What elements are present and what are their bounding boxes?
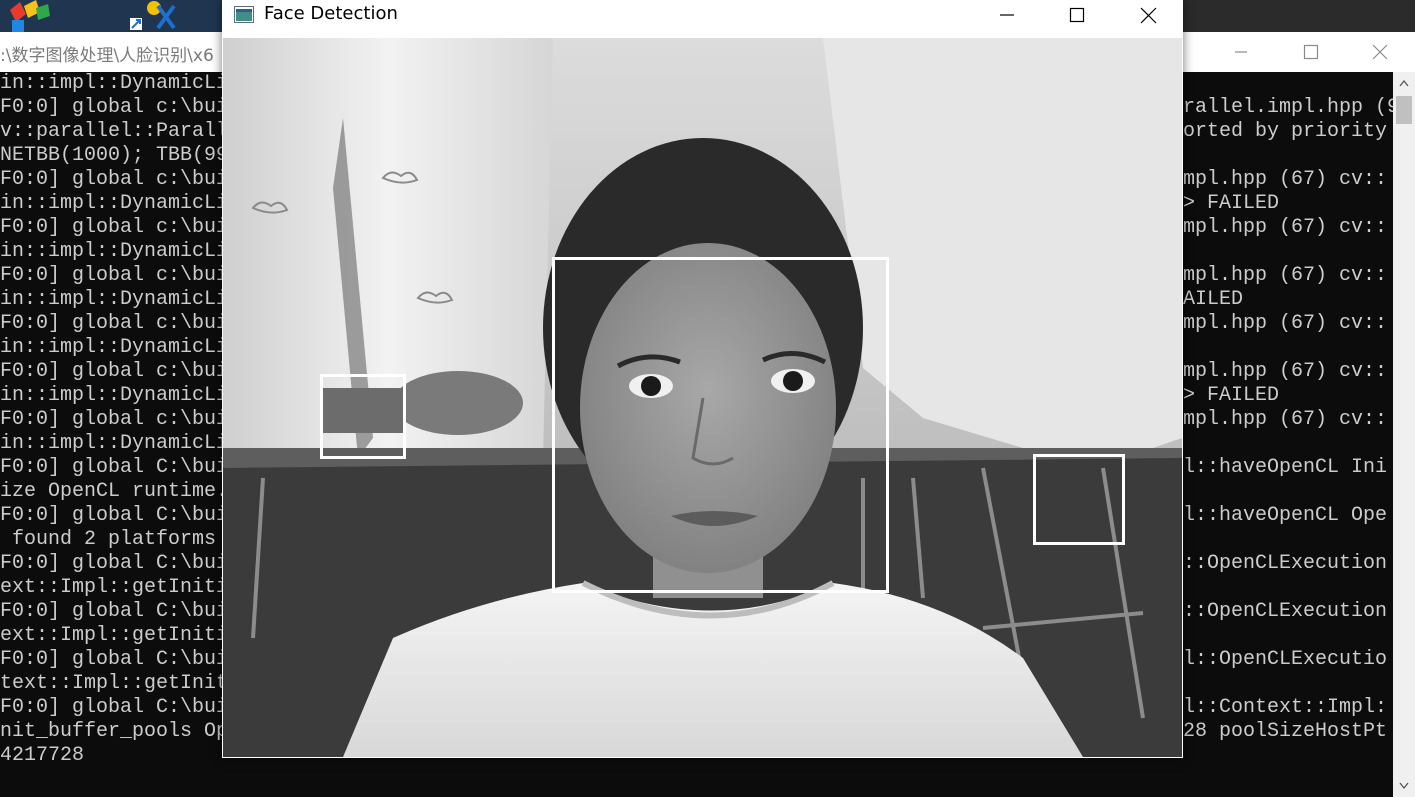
console-line-left: F0:0] global C:\bui (0, 648, 229, 671)
console-line-left: F0:0] global c:\bui (0, 216, 229, 239)
console-line-left: F0:0] global c:\bui (0, 360, 229, 383)
console-line-left: in::impl::DynamicLi (0, 192, 229, 215)
console-line-left: NETBB(1000); TBB(99 (0, 144, 229, 167)
console-line-left: F0:0] global C:\bui (0, 552, 229, 575)
console-line-right: orted by priority (1183, 120, 1388, 143)
window-app-icon (234, 6, 254, 23)
tools-shortcut-icon[interactable] (128, 0, 178, 32)
console-line-left: ize OpenCL runtime. (0, 480, 229, 503)
detection-box-left (320, 374, 406, 459)
console-line-left: F0:0] global C:\bui (0, 456, 229, 479)
console-line-left: F0:0] global c:\bui (0, 408, 229, 431)
console-line-right: mpl.hpp (67) cv:: (1183, 168, 1388, 191)
minimize-icon (1235, 51, 1247, 53)
console-line-left: F0:0] global c:\bui (0, 264, 229, 287)
console-line-right: > FAILED (1183, 384, 1280, 407)
console-line-left: F0:0] global C:\bui (0, 600, 229, 623)
minimize-button[interactable] (972, 0, 1042, 30)
console-line-left: F0:0] global C:\bui (0, 696, 229, 719)
console-line-right: l::Context::Impl: (1183, 696, 1388, 719)
console-line-right: AILED (1183, 288, 1244, 311)
console-line-left: F0:0] global c:\bui (0, 312, 229, 335)
detection-box-face (552, 257, 889, 593)
scroll-down-button[interactable] (1393, 775, 1415, 797)
console-line-right: mpl.hpp (67) cv:: (1183, 312, 1388, 335)
console-line-left: in::impl::DynamicLi (0, 336, 229, 359)
scroll-thumb[interactable] (1396, 96, 1412, 124)
app-icon[interactable] (6, 0, 56, 32)
console-line-right: l::haveOpenCL Ope (1183, 504, 1388, 527)
maximize-icon (1303, 44, 1319, 60)
maximize-button[interactable] (1276, 32, 1346, 72)
console-line-right: mpl.hpp (67) cv:: (1183, 216, 1388, 239)
console-line-left: 4217728 (0, 744, 85, 767)
chevron-up-icon (1399, 79, 1409, 87)
close-icon (1372, 44, 1388, 60)
console-line-right: rallel.impl.hpp (9 (1183, 96, 1400, 119)
console-line-left: found 2 platforms (0, 528, 217, 551)
console-line-left: ext::Impl::getIniti (0, 624, 229, 647)
close-button[interactable] (1345, 32, 1415, 72)
console-line-right: l::OpenCLExecutio (1183, 648, 1388, 671)
console-line-right: > FAILED (1183, 192, 1280, 215)
console-line-left: in::impl::DynamicLi (0, 72, 229, 95)
console-line-left: v::parallel::Parall (0, 120, 229, 143)
console-line-right: ::OpenCLExecution (1183, 552, 1388, 575)
detection-box-right (1033, 454, 1125, 545)
console-line-left: text::Impl::getInit (0, 672, 229, 695)
console-line-left: in::impl::DynamicLi (0, 240, 229, 263)
console-line-right: mpl.hpp (67) cv:: (1183, 408, 1388, 431)
window-title: Face Detection (264, 3, 398, 24)
console-line-left: F0:0] global c:\bui (0, 168, 229, 191)
console-title: :\数字图像处理\人脸识别\x6 (0, 46, 214, 66)
close-button[interactable] (1113, 0, 1183, 30)
close-icon (1140, 7, 1156, 23)
maximize-button[interactable] (1042, 0, 1112, 30)
console-line-left: F0:0] global C:\bui (0, 504, 229, 527)
face-detection-window[interactable]: Face Detection (222, 0, 1183, 758)
console-line-left: in::impl::DynamicLi (0, 432, 229, 455)
console-line-left: in::impl::DynamicLi (0, 288, 229, 311)
console-line-right: ::OpenCLExecution (1183, 600, 1388, 623)
console-line-left: F0:0] global c:\bui (0, 96, 229, 119)
scroll-up-button[interactable] (1393, 72, 1415, 94)
console-scrollbar[interactable] (1393, 72, 1415, 797)
console-line-left: in::impl::DynamicLi (0, 384, 229, 407)
chevron-down-icon (1399, 782, 1409, 790)
minimize-icon (1000, 14, 1014, 16)
console-line-left: nit_buffer_pools Op (0, 720, 229, 743)
console-line-left: ext::Impl::getIniti (0, 576, 229, 599)
console-line-right: l::haveOpenCL Ini (1183, 456, 1388, 479)
maximize-icon (1069, 7, 1085, 23)
minimize-button[interactable] (1206, 32, 1276, 72)
console-line-right: mpl.hpp (67) cv:: (1183, 264, 1388, 287)
face-detection-titlebar[interactable]: Face Detection (222, 0, 1183, 30)
camera-frame (223, 38, 1182, 757)
console-line-right: mpl.hpp (67) cv:: (1183, 360, 1388, 383)
console-line-right: 28 poolSizeHostPt (1183, 720, 1388, 743)
